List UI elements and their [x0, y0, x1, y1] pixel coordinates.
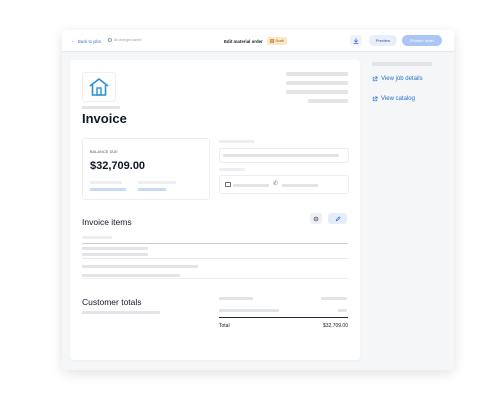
page-title: Edit material order: [224, 39, 263, 44]
view-catalog-label: View catalog: [381, 96, 415, 102]
preview-button[interactable]: Preview: [369, 35, 397, 46]
invoice-title: Invoice: [82, 111, 127, 126]
back-to-jobs-link[interactable]: ← Back to jobs: [71, 38, 101, 44]
detail-link-placeholder: [138, 188, 166, 191]
phone-placeholder: [282, 183, 318, 187]
clock-icon: [108, 38, 112, 42]
detail-placeholder: [138, 181, 176, 184]
view-job-details-link[interactable]: View job details: [372, 76, 423, 82]
items-settings-button[interactable]: [310, 213, 322, 224]
customer-label-placeholder: [219, 140, 255, 143]
address-line-placeholder: [286, 72, 348, 76]
invoice-document: Invoice BALANCE DUE $32,709.00 ✆ Invoice…: [70, 60, 360, 360]
external-link-icon: [372, 76, 378, 82]
subtotal-label-placeholder: [219, 297, 253, 300]
totals-divider: [219, 317, 348, 318]
item-line-placeholder: [82, 274, 180, 277]
item-row-divider: [82, 278, 348, 279]
external-link-icon: [372, 96, 378, 102]
invoice-items-title: Invoice items: [82, 217, 132, 227]
download-button[interactable]: [350, 35, 362, 46]
back-label: Back to jobs: [78, 38, 101, 44]
address-line-placeholder: [286, 90, 348, 94]
house-icon: [89, 78, 109, 96]
email-placeholder: [233, 183, 269, 187]
column-header-placeholder: [82, 236, 112, 239]
total-label: Total: [219, 323, 230, 329]
total-value: $32,709.00: [322, 323, 348, 329]
contact-field[interactable]: ✆: [219, 175, 349, 194]
pencil-icon: [335, 216, 340, 221]
detail-placeholder: [90, 181, 122, 184]
item-row-divider: [82, 258, 348, 259]
subtotal-value-placeholder: [321, 297, 347, 300]
item-line-placeholder: [82, 265, 198, 268]
customer-value-placeholder: [223, 154, 339, 157]
balance-due-card: BALANCE DUE $32,709.00: [82, 138, 210, 200]
customer-totals-title: Customer totals: [82, 297, 142, 307]
address-line-placeholder: [286, 81, 348, 85]
mail-icon: [225, 182, 231, 187]
status-badge-label: Draft: [275, 39, 284, 43]
view-job-details-label: View job details: [381, 76, 423, 82]
items-edit-button[interactable]: [328, 213, 347, 224]
balance-due-value: $32,709.00: [90, 160, 146, 172]
finalize-order-button[interactable]: Finalize order: [402, 35, 442, 46]
status-badge: Draft: [267, 37, 287, 45]
contact-label-placeholder: [219, 168, 245, 171]
item-line-placeholder: [82, 253, 148, 256]
sidebar-heading-placeholder: [372, 62, 432, 66]
items-header-divider: [82, 243, 348, 244]
tax-value-placeholder: [338, 309, 347, 312]
customer-field[interactable]: [219, 148, 349, 163]
view-catalog-link[interactable]: View catalog: [372, 96, 415, 102]
tax-label-placeholder: [219, 309, 279, 312]
app-window: ← Back to jobs All changes saved Edit ma…: [62, 30, 454, 370]
order-icon: [270, 39, 274, 43]
top-bar: ← Back to jobs All changes saved Edit ma…: [62, 30, 454, 52]
address-line-placeholder: [308, 99, 348, 103]
phone-icon: ✆: [273, 181, 279, 187]
arrow-left-icon: ←: [71, 38, 76, 44]
company-name-placeholder: [82, 106, 120, 109]
company-logo: [82, 72, 116, 102]
gear-icon: [313, 216, 319, 221]
download-icon: [353, 37, 359, 44]
totals-note-placeholder: [82, 311, 160, 314]
detail-link-placeholder: [90, 188, 126, 191]
save-status: All changes saved: [108, 38, 142, 42]
item-line-placeholder: [82, 247, 148, 250]
save-status-label: All changes saved: [114, 38, 142, 42]
balance-due-label: BALANCE DUE: [90, 150, 118, 154]
